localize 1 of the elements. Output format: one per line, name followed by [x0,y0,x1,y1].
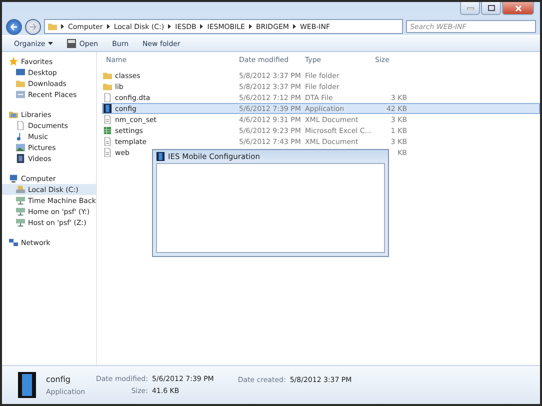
file-name: config [46,374,72,384]
